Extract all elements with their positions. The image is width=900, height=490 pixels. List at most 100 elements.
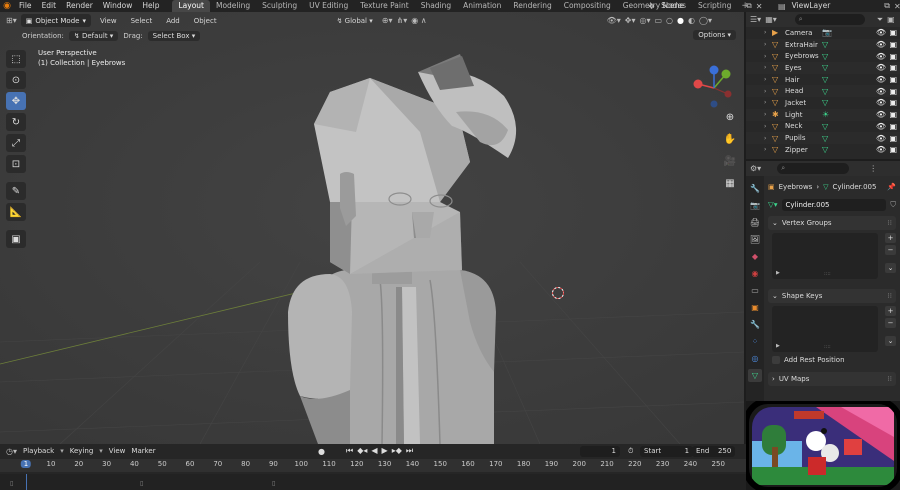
outliner-item-head[interactable]: › ▽ Head ▽ 👁 ▣ bbox=[746, 85, 900, 98]
expand-arrow-icon[interactable]: › bbox=[764, 146, 766, 153]
particles-tab-icon[interactable]: ⁘ bbox=[748, 335, 762, 348]
view-layer-tab-icon[interactable]: 🖼 bbox=[748, 233, 762, 246]
next-keyframe-icon[interactable]: ▸◆ bbox=[392, 446, 402, 456]
annotate-tool-icon[interactable]: ✎ bbox=[6, 182, 26, 200]
physics-tab-icon[interactable]: ◎ bbox=[748, 352, 762, 365]
pan-hand-icon[interactable]: ✋ bbox=[722, 131, 738, 147]
menu-render[interactable]: Render bbox=[61, 0, 98, 12]
drag-grip-icon[interactable]: ⁞⁞ bbox=[888, 219, 892, 227]
overlays-icon[interactable]: ◎▾ bbox=[639, 16, 650, 25]
timeline-track-area[interactable]: ▯ ▯ ▯ bbox=[0, 474, 746, 490]
proportional-edit-icon[interactable]: ◉ ∧ bbox=[411, 16, 426, 25]
outliner-item-extrahair[interactable]: › ▽ ExtraHair ▽ 👁 ▣ bbox=[746, 38, 900, 51]
list-expand-icon[interactable]: ▶ bbox=[776, 270, 780, 276]
mesh-icon[interactable]: ▽ bbox=[822, 63, 828, 72]
scroll-handle-right[interactable]: ▯ bbox=[272, 480, 275, 487]
scroll-handle-left[interactable]: ▯ bbox=[10, 480, 16, 487]
ortho-grid-icon[interactable]: ▦ bbox=[722, 175, 738, 191]
mesh-icon[interactable]: ▽ bbox=[822, 87, 828, 96]
play-reverse-icon[interactable]: ◀ bbox=[371, 446, 377, 456]
tab-shading[interactable]: Shading bbox=[415, 0, 457, 12]
timeline-editor-type-icon[interactable]: ◷▾ bbox=[6, 447, 17, 456]
timeline-menu-playback[interactable]: Playback bbox=[23, 447, 54, 455]
add-vertex-group-button[interactable]: + bbox=[885, 233, 896, 243]
eye-icon[interactable]: 👁 bbox=[876, 87, 886, 96]
jump-end-icon[interactable]: ⏭ bbox=[406, 446, 413, 456]
eye-icon[interactable]: 👁 bbox=[876, 110, 886, 119]
select-box-tool-icon[interactable]: ⬚ bbox=[6, 50, 26, 68]
viewport-menu-select[interactable]: Select bbox=[126, 17, 158, 25]
editor-type-icon[interactable]: ⊞▾ bbox=[6, 16, 17, 25]
viewport-menu-view[interactable]: View bbox=[95, 17, 122, 25]
mesh-icon[interactable]: ▽ bbox=[822, 122, 828, 131]
render-camera-icon[interactable]: ▣ bbox=[889, 63, 897, 72]
vertex-groups-list[interactable]: ▶ :::: bbox=[772, 233, 878, 279]
current-frame-field[interactable]: 1 bbox=[580, 445, 620, 457]
measure-tool-icon[interactable]: 📐 bbox=[6, 203, 26, 221]
eye-icon[interactable]: 👁 bbox=[876, 40, 886, 49]
uv-maps-panel-header[interactable]: › UV Maps ⁞⁞ bbox=[768, 372, 896, 386]
copy-scene-icon[interactable]: ⧉ bbox=[746, 1, 752, 11]
outliner-item-light[interactable]: › ✱ Light ☀ 👁 ▣ bbox=[746, 108, 900, 121]
outliner-search-input[interactable]: ⌕ bbox=[794, 14, 865, 25]
expand-arrow-icon[interactable]: › bbox=[764, 53, 766, 60]
menu-window[interactable]: Window bbox=[98, 0, 138, 12]
scene-name[interactable]: Scene bbox=[659, 0, 686, 12]
record-keyframe-icon[interactable]: ● bbox=[318, 447, 325, 456]
shape-key-specials-button[interactable]: ⌄ bbox=[885, 336, 896, 346]
filter-funnel-icon[interactable]: ⏷ bbox=[877, 15, 883, 25]
tab-sculpting[interactable]: Sculpting bbox=[256, 0, 303, 12]
scene-icon[interactable]: ❖ bbox=[648, 2, 655, 11]
timeline-menu-view[interactable]: View bbox=[109, 447, 126, 455]
eye-icon[interactable]: 👁 bbox=[876, 134, 886, 143]
cursor-tool-icon[interactable]: ⊙ bbox=[6, 71, 26, 89]
outliner-item-hair[interactable]: › ▽ Hair ▽ 👁 ▣ bbox=[746, 74, 900, 86]
eye-icon[interactable]: 👁 bbox=[876, 98, 886, 107]
properties-options-icon[interactable]: ⋮ bbox=[869, 164, 877, 173]
rotate-tool-icon[interactable]: ↻ bbox=[6, 113, 26, 131]
mesh-icon[interactable]: ▽ bbox=[822, 134, 828, 143]
list-resize-handle[interactable]: :::: bbox=[824, 344, 831, 350]
visibility-icon[interactable]: 👁▾ bbox=[607, 16, 621, 25]
mesh-icon[interactable]: ▽ bbox=[822, 75, 828, 84]
scale-tool-icon[interactable]: ⤢ bbox=[6, 134, 26, 152]
outliner-item-eyebrows[interactable]: › ▽ Eyebrows ▽ 👁 ▣ bbox=[746, 50, 900, 62]
world-tab-icon[interactable]: ◉ bbox=[748, 267, 762, 280]
tab-rendering[interactable]: Rendering bbox=[507, 0, 557, 12]
eye-icon[interactable]: 👁 bbox=[876, 75, 886, 84]
outliner-editor-type-icon[interactable]: ☰▾ bbox=[750, 15, 761, 24]
navigation-gizmo[interactable] bbox=[690, 64, 738, 112]
list-expand-icon[interactable]: ▶ bbox=[776, 343, 780, 349]
drag-grip-icon[interactable]: ⁞⁞ bbox=[888, 375, 892, 383]
transform-orientation-dropdown[interactable]: ↯ Global ▾ bbox=[332, 17, 378, 25]
light-icon[interactable]: ☀ bbox=[822, 110, 829, 119]
vertex-groups-panel-header[interactable]: ⌄ Vertex Groups ⁞⁞ bbox=[768, 216, 896, 230]
shading-wireframe-icon[interactable]: ○ bbox=[666, 16, 673, 25]
render-camera-icon[interactable]: ▣ bbox=[889, 28, 897, 37]
scene-tab-icon[interactable]: ◆ bbox=[748, 250, 762, 263]
properties-editor-type-icon[interactable]: ⚙▾ bbox=[750, 164, 761, 173]
pivot-point-icon[interactable]: ⊕▾ bbox=[382, 16, 393, 25]
start-frame-field[interactable]: Start 1 bbox=[640, 445, 694, 457]
collection-tab-icon[interactable]: ▭ bbox=[748, 284, 762, 297]
menu-file[interactable]: File bbox=[14, 0, 37, 12]
end-frame-field[interactable]: End 250 bbox=[692, 445, 736, 457]
camera-icon[interactable]: 📷 bbox=[822, 28, 832, 37]
outliner-item-camera[interactable]: › ▶ Camera 📷 👁 ▣ bbox=[746, 27, 900, 39]
mode-dropdown[interactable]: ▣ Object Mode ▾ bbox=[20, 14, 91, 27]
gizmo-toggle-icon[interactable]: ✥▾ bbox=[625, 16, 636, 25]
tab-compositing[interactable]: Compositing bbox=[558, 0, 617, 12]
mesh-icon[interactable]: ▽ bbox=[822, 98, 828, 107]
modifier-tab-icon[interactable]: 🔧 bbox=[748, 318, 762, 331]
mesh-name-field[interactable]: Cylinder.005 bbox=[781, 198, 887, 211]
tab-uv-editing[interactable]: UV Editing bbox=[303, 0, 354, 12]
menu-edit[interactable]: Edit bbox=[37, 0, 62, 12]
outliner-item-jacket[interactable]: › ▽ Jacket ▽ 👁 ▣ bbox=[746, 97, 900, 109]
orientation-dropdown[interactable]: ↯ Default ▾ bbox=[68, 31, 119, 41]
mesh-icon[interactable]: ▽ bbox=[822, 52, 828, 61]
tab-modeling[interactable]: Modeling bbox=[210, 0, 256, 12]
outliner-item-zipper[interactable]: › ▽ Zipper ▽ 👁 ▣ bbox=[746, 144, 900, 156]
object-tab-icon[interactable]: ▣ bbox=[748, 301, 762, 314]
output-tab-icon[interactable]: 🖨 bbox=[748, 216, 762, 229]
drag-grip-icon[interactable]: ⁞⁞ bbox=[888, 292, 892, 300]
